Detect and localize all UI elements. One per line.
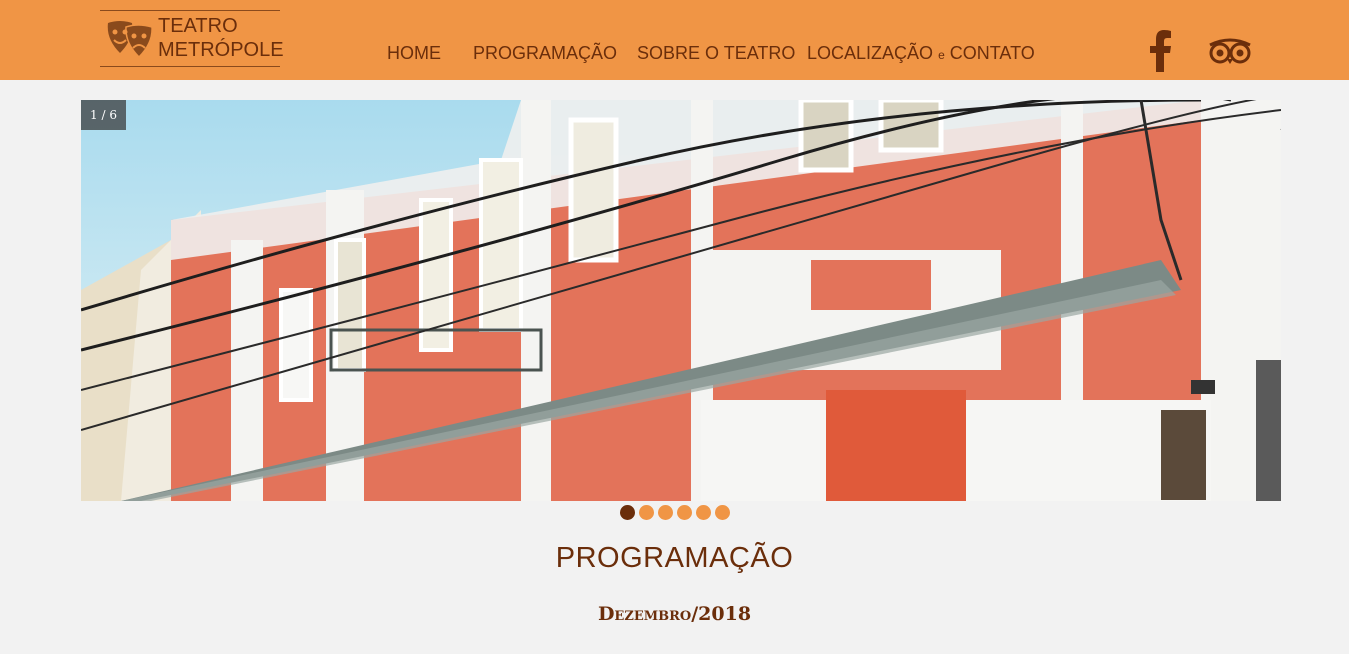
tripadvisor-icon[interactable] bbox=[1208, 38, 1252, 64]
logo-line-1: TEATRO bbox=[158, 15, 238, 37]
slide-dot-2[interactable] bbox=[639, 505, 654, 520]
hero-slider[interactable]: 1 / 6 bbox=[81, 100, 1281, 501]
facebook-icon[interactable] bbox=[1147, 30, 1173, 72]
nav-contato-label: CONTATO bbox=[949, 43, 1035, 63]
section-subtitle: Dezembro/2018 bbox=[597, 603, 752, 625]
slider-pagination bbox=[0, 505, 1349, 521]
nav-programacao[interactable]: PROGRAMAÇÃO bbox=[473, 43, 617, 64]
logo-line-2: METRÓPOLE bbox=[158, 39, 284, 61]
theatre-logo[interactable]: TEATRO METRÓPOLE bbox=[100, 10, 284, 67]
nav-localizacao-contato[interactable]: LOCALIZAÇÃO e CONTATO bbox=[807, 43, 1035, 64]
section-title: PROGRAMAÇÃO bbox=[555, 542, 794, 574]
slide-dot-3[interactable] bbox=[658, 505, 673, 520]
slide-dot-4[interactable] bbox=[677, 505, 692, 520]
nav-home[interactable]: HOME bbox=[387, 43, 441, 64]
slide-dot-1[interactable] bbox=[620, 505, 635, 520]
slide-dot-5[interactable] bbox=[696, 505, 711, 520]
nav-localizacao-label: LOCALIZAÇÃO bbox=[807, 43, 934, 63]
theatre-facade-image bbox=[81, 100, 1281, 501]
theatre-masks-icon bbox=[107, 21, 153, 59]
nav-e-label: e bbox=[938, 48, 945, 62]
slide-dot-6[interactable] bbox=[715, 505, 730, 520]
slide-counter: 1 / 6 bbox=[81, 100, 126, 130]
nav-sobre-o-teatro[interactable]: SOBRE O TEATRO bbox=[637, 43, 795, 64]
site-header: TEATRO METRÓPOLE HOME PROGRAMAÇÃO SOBRE … bbox=[0, 0, 1349, 80]
